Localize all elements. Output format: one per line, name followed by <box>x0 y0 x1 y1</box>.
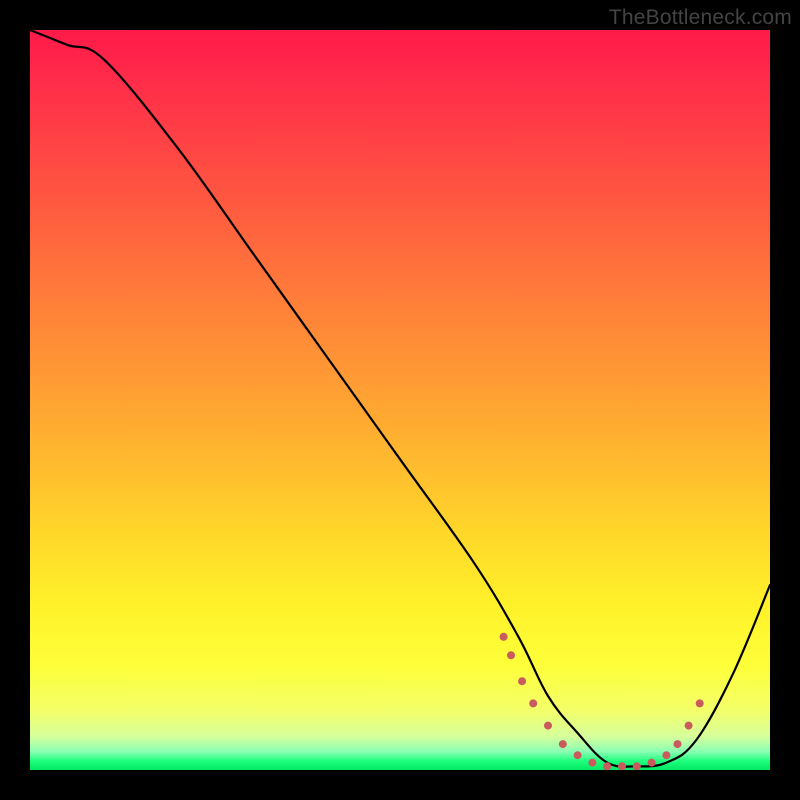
curve-dot <box>696 699 704 707</box>
bottleneck-curve <box>30 30 770 767</box>
curve-dot <box>507 651 515 659</box>
curve-dot <box>529 699 537 707</box>
curve-dot <box>618 762 626 770</box>
curve-overlay <box>30 30 770 770</box>
curve-dot <box>685 722 693 730</box>
curve-dots <box>500 633 704 770</box>
curve-dot <box>500 633 508 641</box>
curve-dot <box>588 759 596 767</box>
curve-dot <box>603 762 611 770</box>
curve-dot <box>662 751 670 759</box>
curve-dot <box>648 759 656 767</box>
curve-dot <box>544 722 552 730</box>
plot-area <box>30 30 770 770</box>
curve-dot <box>674 740 682 748</box>
curve-dot <box>518 677 526 685</box>
curve-dot <box>574 751 582 759</box>
curve-dot <box>633 762 641 770</box>
curve-dot <box>559 740 567 748</box>
chart-frame: TheBottleneck.com <box>0 0 800 800</box>
watermark-text: TheBottleneck.com <box>609 6 792 30</box>
